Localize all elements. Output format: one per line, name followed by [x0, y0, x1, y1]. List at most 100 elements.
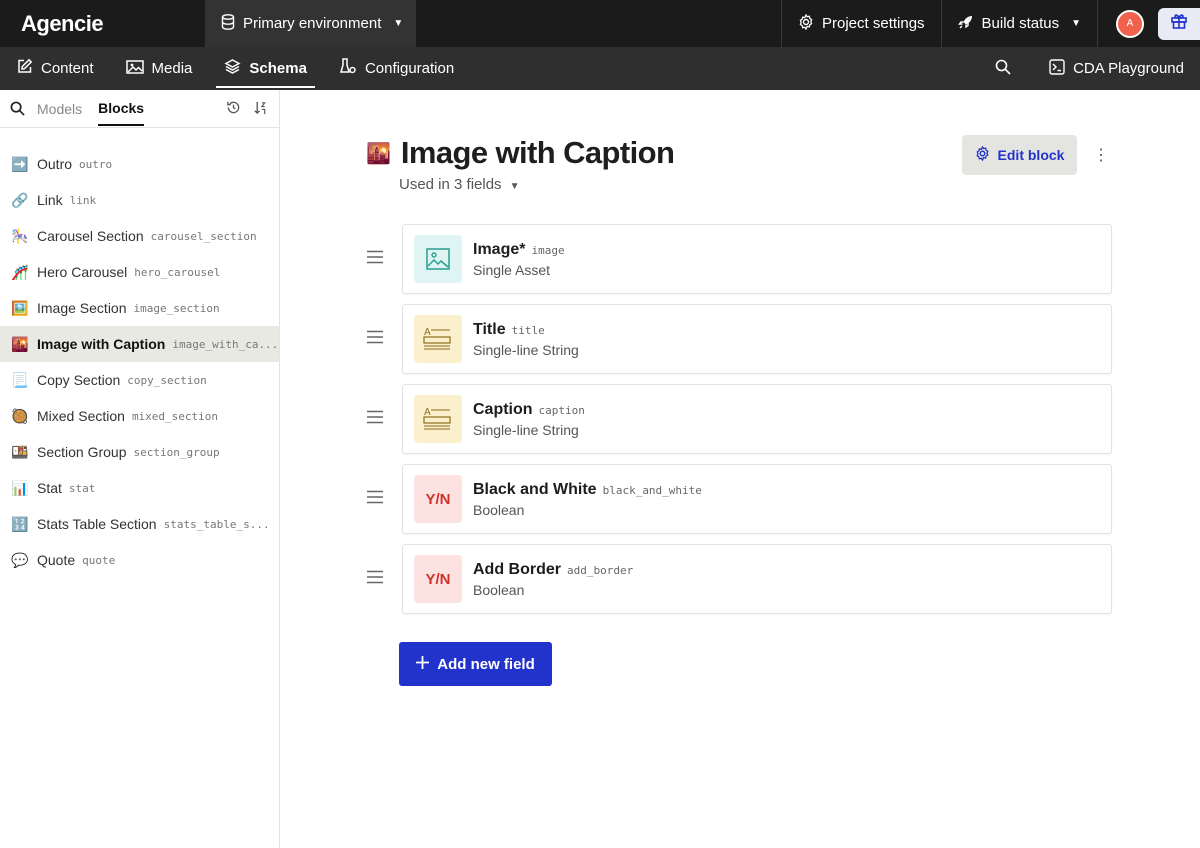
list-item-selected[interactable]: 🌇 Image with Caption image_with_ca... — [0, 326, 279, 362]
gift-button[interactable] — [1158, 7, 1200, 40]
gear-icon — [975, 145, 990, 164]
block-api-key: copy_section — [127, 373, 207, 387]
field-text: Caption caption Single-line String — [473, 401, 585, 438]
field-type: Single Asset — [473, 261, 551, 278]
environment-selector[interactable]: Primary environment ▼ — [205, 0, 416, 47]
field-type: Single-line String — [473, 421, 579, 438]
list-item[interactable]: 🔗 Link link — [0, 182, 279, 218]
field-name: Image* — [473, 240, 526, 258]
field-card[interactable]: Image* image Single Asset — [402, 224, 1112, 294]
tab-blocks[interactable]: Blocks — [98, 92, 145, 126]
block-api-key: outro — [79, 157, 113, 171]
block-api-key: image_with_ca... — [172, 337, 279, 351]
list-item[interactable]: 💬 Quote quote — [0, 542, 279, 578]
list-item[interactable]: 🎢 Hero Carousel hero_carousel — [0, 254, 279, 290]
avatar[interactable]: A — [1116, 9, 1144, 38]
used-in-fields-dropdown[interactable]: Used in 3 fields ▼ — [399, 176, 519, 193]
cda-playground-button[interactable]: CDA Playground — [1033, 47, 1200, 90]
history-icon[interactable] — [226, 100, 241, 118]
field-card[interactable]: Y/N Add Border add_border Boolean — [402, 544, 1112, 614]
tab-models[interactable]: Models — [37, 93, 82, 125]
chevron-down-icon: ▼ — [1071, 18, 1081, 29]
text-field-icon: A — [414, 315, 462, 363]
block-label: Carousel Section — [37, 228, 144, 244]
block-api-key: section_group — [133, 445, 220, 459]
nav-content[interactable]: Content — [0, 47, 110, 90]
more-options-icon[interactable]: ⋮ — [1093, 145, 1109, 165]
image-icon — [125, 59, 144, 79]
block-label: Hero Carousel — [37, 264, 128, 280]
field-card[interactable]: Y/N Black and White black_and_white Boole… — [402, 464, 1112, 534]
block-api-key: stats_table_s... — [163, 517, 270, 531]
list-item[interactable]: 🥘 Mixed Section mixed_section — [0, 398, 279, 434]
build-status-label: Build status — [981, 15, 1060, 32]
list-item[interactable]: 🔢 Stats Table Section stats_table_s... — [0, 506, 279, 542]
block-api-key: link — [69, 193, 97, 207]
nav-configuration-label: Configuration — [364, 60, 455, 77]
list-item[interactable]: 🖼️ Image Section image_section — [0, 290, 279, 326]
edit-block-button[interactable]: Edit block — [962, 135, 1077, 175]
block-api-key: quote — [82, 553, 116, 567]
block-emoji-icon: 🥘 — [11, 407, 29, 424]
blocks-list: ➡️ Outro outro 🔗 Link link 🎠 Carousel Section… — [0, 128, 279, 578]
drag-handle-icon[interactable] — [366, 488, 384, 509]
block-api-key: mixed_section — [131, 409, 219, 423]
block-label: Quote — [37, 552, 76, 568]
project-settings-button[interactable]: Project settings — [781, 0, 941, 47]
field-card[interactable]: A Caption caption Single-line String — [402, 384, 1112, 454]
build-status-button[interactable]: Build status ▼ — [940, 0, 1097, 47]
search-icon[interactable] — [10, 101, 25, 119]
list-item[interactable]: 📊 Stat stat — [0, 470, 279, 506]
field-name: Title — [473, 320, 506, 338]
block-emoji-icon: 📊 — [11, 479, 29, 496]
list-item[interactable]: 🎠 Carousel Section carousel_section — [0, 218, 279, 254]
nav-media[interactable]: Media — [110, 47, 209, 90]
list-item[interactable]: 📃 Copy Section copy_section — [0, 362, 279, 398]
field-api-key: caption — [538, 403, 585, 417]
block-label: Mixed Section — [37, 408, 125, 424]
block-emoji-icon: ➡️ — [11, 155, 29, 172]
environment-label: Primary environment — [243, 15, 382, 32]
nav-media-label: Media — [151, 60, 193, 77]
block-detail-panel: 🌇 Image with Caption Used in 3 fields ▼ E… — [281, 90, 1200, 848]
nav-schema[interactable]: Schema — [208, 47, 323, 90]
boolean-field-icon: Y/N — [414, 555, 462, 603]
add-new-field-button[interactable]: Add new field — [399, 642, 552, 686]
block-label: Image Section — [37, 300, 127, 316]
brand-logo[interactable]: Agencie — [0, 0, 205, 47]
edit-icon — [16, 58, 33, 79]
layers-icon — [224, 58, 241, 79]
chevron-down-icon: ▼ — [393, 18, 404, 29]
block-label: Copy Section — [37, 372, 121, 388]
drag-handle-icon[interactable] — [366, 408, 384, 429]
terminal-icon — [1049, 58, 1065, 79]
boolean-field-icon: Y/N — [414, 475, 462, 523]
block-label: Outro — [37, 156, 73, 172]
field-type: Boolean — [473, 581, 525, 598]
block-api-key: carousel_section — [150, 229, 257, 243]
nav-configuration[interactable]: Configuration — [323, 47, 470, 90]
block-emoji-icon: 🔗 — [11, 191, 29, 208]
field-name: Caption — [473, 400, 533, 418]
field-name: Black and White — [473, 480, 597, 498]
add-new-field-label: Add new field — [437, 655, 535, 673]
field-text: Title title Single-line String — [473, 321, 579, 358]
block-emoji-icon: 💬 — [11, 551, 29, 568]
nav-content-label: Content — [41, 60, 94, 77]
block-label: Image with Caption — [37, 336, 166, 352]
drag-handle-icon[interactable] — [366, 568, 384, 589]
block-emoji-icon: 🍱 — [11, 443, 29, 460]
sort-icon[interactable] — [253, 100, 267, 118]
gift-icon — [1170, 12, 1188, 35]
block-api-key: hero_carousel — [134, 265, 221, 279]
drag-handle-icon[interactable] — [366, 328, 384, 349]
list-item[interactable]: 🍱 Section Group section_group — [0, 434, 279, 470]
svg-text:A: A — [424, 327, 431, 338]
field-type: Boolean — [473, 501, 525, 518]
drag-handle-icon[interactable] — [366, 248, 384, 269]
nav-search-button[interactable] — [979, 47, 1033, 90]
list-item[interactable]: ➡️ Outro outro — [0, 146, 279, 182]
sidebar-tabs: Models Blocks — [0, 90, 279, 128]
field-card[interactable]: A Title title Single-line String — [402, 304, 1112, 374]
used-in-label: Used in 3 fields — [399, 176, 502, 193]
